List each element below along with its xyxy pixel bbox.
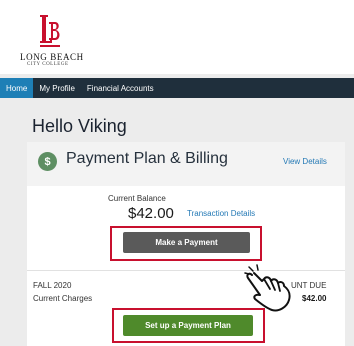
nav-financial-accounts[interactable]: Financial Accounts (81, 78, 160, 98)
card-title: Payment Plan & Billing (66, 150, 228, 167)
section-divider (27, 270, 345, 271)
nav-home[interactable]: Home (0, 78, 34, 98)
amount-due-label: UNT DUE (291, 281, 327, 290)
current-balance-label: Current Balance (108, 194, 166, 203)
current-balance-amount: $42.00 (128, 205, 174, 222)
logo-name: LONG BEACH (20, 52, 84, 62)
lbcc-logo (40, 15, 60, 47)
payment-plan-button[interactable]: Set up a Payment Plan (123, 315, 253, 336)
amount-due-value: $42.00 (302, 294, 327, 303)
nav-my-profile[interactable]: My Profile (33, 78, 81, 98)
term-label: FALL 2020 (33, 281, 72, 290)
dollar-icon: $ (38, 152, 57, 171)
pointing-hand-icon (244, 264, 291, 312)
main-nav: Home My Profile Financial Accounts (0, 78, 354, 98)
site-header: LONG BEACH CITY COLLEGE (0, 0, 354, 74)
transaction-details-link[interactable]: Transaction Details (187, 209, 255, 218)
make-payment-button[interactable]: Make a Payment (123, 232, 250, 253)
view-details-link[interactable]: View Details (283, 157, 327, 166)
current-charges-label: Current Charges (33, 294, 93, 303)
greeting-heading: Hello Viking (32, 116, 127, 136)
logo-subname: CITY COLLEGE (27, 62, 69, 67)
